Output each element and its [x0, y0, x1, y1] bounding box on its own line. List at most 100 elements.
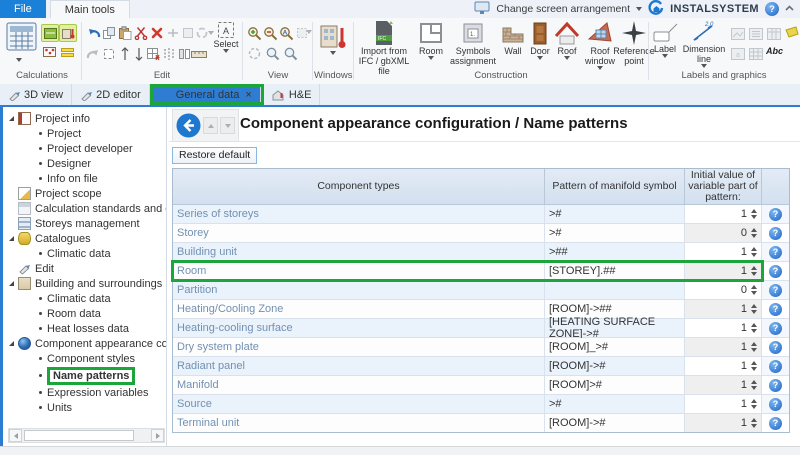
change-screen-arrangement-button[interactable]: Change screen arrangement: [496, 3, 630, 15]
spinner[interactable]: [751, 323, 757, 333]
scrollbar-thumb[interactable]: [24, 430, 134, 441]
scroll-right-icon[interactable]: [151, 429, 164, 442]
crop-region-icon[interactable]: [101, 46, 117, 62]
close-icon[interactable]: ×: [245, 89, 251, 101]
frame-a-icon[interactable]: a: [730, 46, 746, 62]
tree-item-catalogues[interactable]: Catalogues: [3, 231, 166, 246]
value-cell[interactable]: 1: [685, 395, 762, 413]
scroll-left-icon[interactable]: [9, 429, 22, 442]
text-style-button[interactable]: Abc: [766, 46, 783, 56]
tree-item-name-patterns[interactable]: Name patterns: [3, 366, 166, 385]
tree-item-project-scope[interactable]: Project scope: [3, 186, 166, 201]
pattern-cell[interactable]: [STOREY].##: [545, 262, 685, 280]
value-cell[interactable]: 1: [685, 319, 762, 337]
tab-h-and-e[interactable]: H&E: [264, 84, 321, 105]
tree-item-component-styles[interactable]: Component styles: [3, 351, 166, 366]
help-icon[interactable]: ?: [769, 417, 782, 430]
help-icon[interactable]: ?: [769, 379, 782, 392]
spinner[interactable]: [751, 266, 757, 276]
tree-item-edit[interactable]: Edit: [3, 261, 166, 276]
spinner[interactable]: [751, 380, 757, 390]
file-tab[interactable]: File: [0, 0, 46, 18]
tree-item-building-and-surroundings[interactable]: Building and surroundings: [3, 276, 166, 291]
tree-item-project-info[interactable]: Project info: [3, 111, 166, 126]
collapse-all-button[interactable]: [203, 117, 218, 134]
help-icon[interactable]: ?: [769, 360, 782, 373]
help-icon[interactable]: ?: [769, 227, 782, 240]
symbols-assignment-button[interactable]: 1. Symbols assignment: [449, 20, 497, 66]
results-screen-icon[interactable]: [41, 24, 59, 42]
tree-item-storeys-management[interactable]: Storeys management: [3, 216, 166, 231]
thermal-building-icon[interactable]: [59, 24, 77, 42]
zoom-all-icon[interactable]: A: [278, 25, 294, 41]
pattern-cell[interactable]: >#: [545, 395, 685, 413]
value-cell[interactable]: 0: [685, 281, 762, 299]
abacus-settings-icon[interactable]: [41, 44, 57, 60]
spinner[interactable]: [751, 418, 757, 428]
pattern-cell[interactable]: [ROOM]->#: [545, 357, 685, 375]
expander-icon[interactable]: [9, 116, 14, 121]
value-cell[interactable]: 1: [685, 414, 762, 432]
pattern-cell[interactable]: >#: [545, 224, 685, 242]
help-icon[interactable]: ?: [769, 303, 782, 316]
label-button[interactable]: Label: [650, 20, 680, 58]
pattern-cell[interactable]: >##: [545, 243, 685, 261]
help-icon[interactable]: ?: [765, 2, 779, 16]
grid-table-icon[interactable]: [748, 46, 764, 62]
pattern-cell[interactable]: [545, 281, 685, 299]
sticky-note-icon[interactable]: [784, 24, 800, 40]
value-cell[interactable]: 1: [685, 357, 762, 375]
pattern-cell[interactable]: [ROOM]>#: [545, 376, 685, 394]
spinner[interactable]: [751, 209, 757, 219]
tree-item-calculation-standards[interactable]: Calculation standards and options: [3, 201, 166, 216]
select-button[interactable]: A Select: [211, 21, 241, 53]
copy-icon[interactable]: [101, 25, 117, 41]
door-button[interactable]: Door: [527, 20, 553, 60]
legend-icon[interactable]: [748, 26, 764, 42]
tree-item-component-appearance[interactable]: Component appearance configuration: [3, 336, 166, 351]
tree-item-units[interactable]: Units: [3, 400, 166, 415]
tab-3d-view[interactable]: 3D view: [0, 84, 72, 105]
restore-default-button[interactable]: Restore default: [172, 147, 257, 164]
mirror-icon[interactable]: [161, 46, 177, 62]
help-icon[interactable]: ?: [769, 246, 782, 259]
zoom-window-icon[interactable]: [264, 45, 280, 61]
cut-icon[interactable]: [133, 25, 149, 41]
tree-item-heat-losses-data[interactable]: Heat losses data: [3, 321, 166, 336]
expander-icon[interactable]: [9, 281, 14, 286]
tree-item-expression-variables[interactable]: Expression variables: [3, 385, 166, 400]
value-cell[interactable]: 1: [685, 300, 762, 318]
yellow-lines-icon[interactable]: [59, 44, 75, 60]
tree-item-climatic-data-catalogues[interactable]: Climatic data: [3, 246, 166, 261]
panel-flip-icon[interactable]: [176, 46, 192, 62]
tab-2d-editor[interactable]: 2D editor: [72, 84, 150, 105]
dimension-line-button[interactable]: 2.0 Dimension line: [682, 20, 726, 68]
ruler-icon[interactable]: [191, 46, 207, 62]
wall-button[interactable]: Wall: [499, 20, 527, 56]
import-ifc-button[interactable]: IFC Import from IFC / gbXML file: [355, 20, 413, 76]
value-cell[interactable]: 1: [685, 338, 762, 356]
tree-item-project-developer[interactable]: Project developer: [3, 141, 166, 156]
help-icon[interactable]: ?: [769, 208, 782, 221]
back-button[interactable]: [176, 113, 201, 138]
collapse-ribbon-icon[interactable]: [785, 3, 794, 15]
spinner[interactable]: [751, 304, 757, 314]
spinner[interactable]: [751, 285, 757, 295]
picture-icon[interactable]: [730, 26, 746, 42]
spinner[interactable]: [751, 399, 757, 409]
windows-button[interactable]: [317, 21, 349, 55]
expander-icon[interactable]: [9, 236, 14, 241]
expand-all-button[interactable]: [220, 117, 235, 134]
pan-icon[interactable]: [246, 45, 262, 61]
pattern-cell[interactable]: >#: [545, 205, 685, 223]
help-icon[interactable]: ?: [769, 341, 782, 354]
spinner[interactable]: [751, 247, 757, 257]
value-cell[interactable]: 1: [685, 262, 762, 280]
tree-horizontal-scrollbar[interactable]: [8, 428, 165, 443]
zoom-in-icon[interactable]: [246, 25, 262, 41]
help-icon[interactable]: ?: [769, 322, 782, 335]
spinner[interactable]: [751, 361, 757, 371]
tree-item-designer[interactable]: Designer: [3, 156, 166, 171]
help-icon[interactable]: ?: [769, 265, 782, 278]
calculations-dropdown-caret[interactable]: [16, 58, 22, 62]
